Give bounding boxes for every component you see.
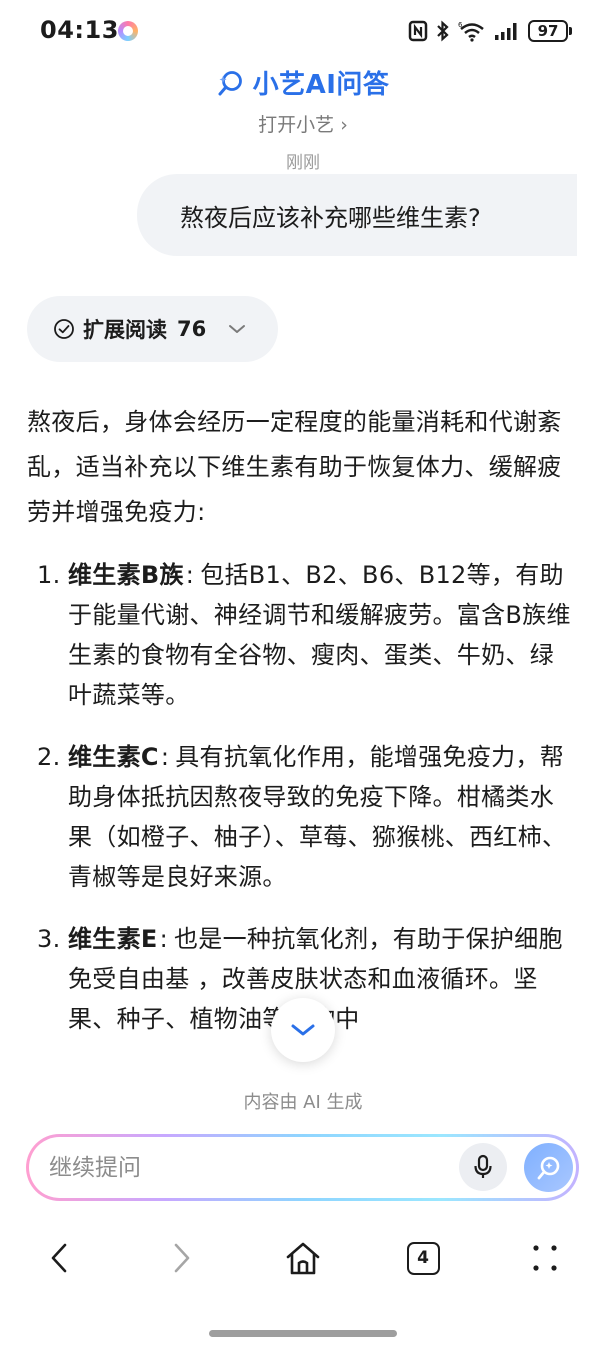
list-item-number: 2. — [37, 743, 61, 771]
question-input-container — [29, 1137, 576, 1198]
page-title: 小艺AI问答 — [0, 64, 606, 101]
page-title-text: 小艺AI问答 — [252, 70, 390, 100]
list-item: 2. 维生素C: 具有抗氧化作用，能增强免疫力，帮助身体抵抗因熬夜导致的免疫下降。柑… — [27, 737, 572, 897]
question-input-bar — [26, 1134, 579, 1201]
microphone-icon — [474, 1154, 492, 1178]
app-notification-icon — [118, 21, 138, 41]
tab-count-icon: 4 — [406, 1241, 440, 1275]
ai-answer: 熬夜后，身体会经历一定程度的能量消耗和代谢紊乱，适当补充以下维生素有助于恢复体力… — [27, 400, 572, 1068]
answer-intro: 熬夜后，身体会经历一定程度的能量消耗和代谢紊乱，适当补充以下维生素有助于恢复体力… — [27, 408, 562, 526]
forward-arrow-icon — [174, 1243, 190, 1273]
list-item: 1. 维生素B族: 包括B1、B2、B6、B12等，有助于能量代谢、神经调节和缓解疲… — [27, 555, 572, 715]
list-item-number: 1. — [37, 561, 61, 589]
chevron-down-icon — [229, 325, 246, 333]
bluetooth-icon — [437, 20, 449, 42]
browser-bottom-nav: 4 — [0, 1222, 606, 1294]
question-input[interactable] — [49, 1137, 449, 1198]
extended-reading-button[interactable]: 扩展阅读 76 — [27, 296, 278, 362]
list-item-colon: : — [159, 925, 168, 953]
forward-button[interactable] — [152, 1222, 212, 1294]
message-timestamp: 刚刚 — [286, 153, 320, 173]
open-xiaoyi-link[interactable]: 打开小艺 › — [0, 110, 606, 137]
svg-text:6: 6 — [458, 21, 463, 29]
status-time: 04:13 — [40, 16, 119, 44]
list-item-colon: : — [185, 561, 195, 589]
tabs-button[interactable]: 4 — [393, 1222, 453, 1294]
scroll-down-button[interactable] — [271, 998, 335, 1062]
status-icons: 6 97 — [408, 17, 572, 45]
send-button[interactable] — [524, 1143, 573, 1192]
check-circle-icon — [54, 319, 74, 339]
signal-icon — [495, 23, 517, 40]
vitamin-list: 1. 维生素B族: 包括B1、B2、B6、B12等，有助于能量代谢、神经调节和缓解疲… — [27, 555, 572, 1039]
nfc-icon — [408, 20, 428, 42]
list-item-title: 维生素B族 — [68, 561, 184, 589]
more-dots-icon — [533, 1245, 557, 1271]
menu-button[interactable] — [515, 1222, 575, 1294]
wifi-icon: 6 — [458, 21, 484, 42]
list-item-title: 维生素C — [68, 743, 159, 771]
battery-level: 97 — [537, 21, 559, 40]
extended-reading-count: 76 — [177, 317, 207, 341]
user-message-bubble: 熬夜后应该补充哪些维生素? — [137, 174, 577, 256]
list-item-title: 维生素E — [68, 925, 158, 953]
status-bar: 04:13 6 97 — [0, 0, 606, 62]
chevron-down-icon — [291, 1024, 315, 1036]
back-arrow-icon — [51, 1243, 67, 1273]
battery-icon: 97 — [528, 20, 572, 42]
xiaoyi-logo-icon — [218, 70, 242, 95]
voice-input-button[interactable] — [459, 1143, 507, 1191]
user-message-text: 熬夜后应该补充哪些维生素? — [180, 203, 481, 232]
list-item-colon: : — [160, 743, 170, 771]
home-indicator[interactable] — [209, 1330, 397, 1337]
extended-reading-label: 扩展阅读 — [83, 318, 167, 342]
list-item-number: 3. — [37, 925, 61, 953]
back-button[interactable] — [29, 1222, 89, 1294]
home-button[interactable] — [273, 1222, 333, 1294]
tab-count: 4 — [417, 1248, 429, 1268]
home-icon — [286, 1242, 320, 1275]
ai-generated-note: 内容由 AI 生成 — [243, 1092, 363, 1113]
xiaoyi-send-icon — [537, 1156, 559, 1179]
